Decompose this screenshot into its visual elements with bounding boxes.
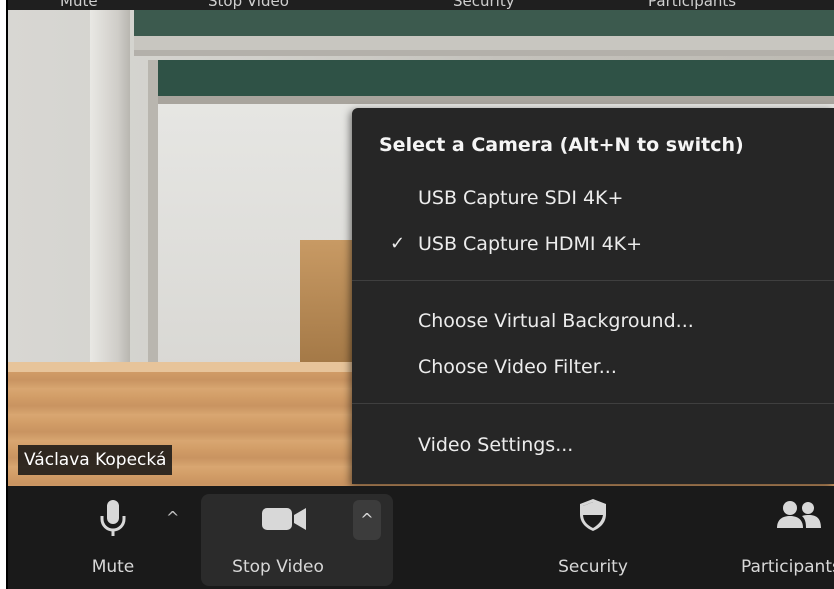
security-label: Security xyxy=(558,557,628,577)
video-camera-icon xyxy=(262,508,306,530)
video-settings-item[interactable]: Video Settings... xyxy=(352,423,834,467)
top-item-participants[interactable]: Participants xyxy=(648,0,736,10)
video-chalkboard-upper xyxy=(134,10,834,36)
menu-item-label: Video Settings... xyxy=(418,434,574,456)
checkmark-icon: ✓ xyxy=(390,233,406,254)
mute-label: Mute xyxy=(91,557,135,577)
video-options-caret-button[interactable]: ^ xyxy=(353,500,381,540)
menu-title: Select a Camera (Alt+N to switch) xyxy=(379,134,744,156)
stop-video-button[interactable]: Stop Video xyxy=(218,486,338,589)
top-item-security[interactable]: Security xyxy=(453,0,515,10)
security-button[interactable]: Security xyxy=(538,486,648,589)
meeting-toolbar: Mute ^ Stop Video ^ Security Participant… xyxy=(8,486,834,589)
video-pillar xyxy=(90,10,130,370)
stop-video-label: Stop Video xyxy=(232,557,324,577)
video-board-frame xyxy=(148,60,158,370)
camera-select-menu: Select a Camera (Alt+N to switch) USB Ca… xyxy=(352,108,834,484)
choose-virtual-background-item[interactable]: Choose Virtual Background... xyxy=(352,299,834,343)
menu-divider xyxy=(352,403,834,404)
camera-option-label: USB Capture HDMI 4K+ xyxy=(418,233,643,255)
camera-option-hdmi[interactable]: ✓ USB Capture HDMI 4K+ xyxy=(352,222,834,266)
video-wooden-post xyxy=(300,240,360,370)
menu-item-label: Choose Virtual Background... xyxy=(418,310,694,332)
shield-icon xyxy=(580,499,606,531)
top-item-mute[interactable]: Mute xyxy=(60,0,98,10)
participants-button[interactable]: Participants xyxy=(736,486,834,589)
mute-button[interactable]: Mute xyxy=(68,486,158,589)
camera-option-label: USB Capture SDI 4K+ xyxy=(418,187,624,209)
choose-video-filter-item[interactable]: Choose Video Filter... xyxy=(352,345,834,389)
menu-item-label: Choose Video Filter... xyxy=(418,356,617,378)
zoom-window: Mute Stop Video Security Participants Vá… xyxy=(8,0,834,589)
top-toolbar-clipped: Mute Stop Video Security Participants xyxy=(8,0,834,10)
microphone-icon xyxy=(100,500,126,536)
mute-options-caret[interactable]: ^ xyxy=(166,508,179,527)
video-chalkboard-lower xyxy=(148,60,834,104)
top-item-stop-video[interactable]: Stop Video xyxy=(208,0,289,10)
menu-divider xyxy=(352,280,834,281)
camera-option-sdi[interactable]: USB Capture SDI 4K+ xyxy=(352,176,834,220)
participants-label: Participants xyxy=(741,557,834,577)
left-border xyxy=(0,0,8,589)
participants-icon xyxy=(777,501,821,528)
participant-name-tag: Václava Kopecká xyxy=(18,445,173,475)
